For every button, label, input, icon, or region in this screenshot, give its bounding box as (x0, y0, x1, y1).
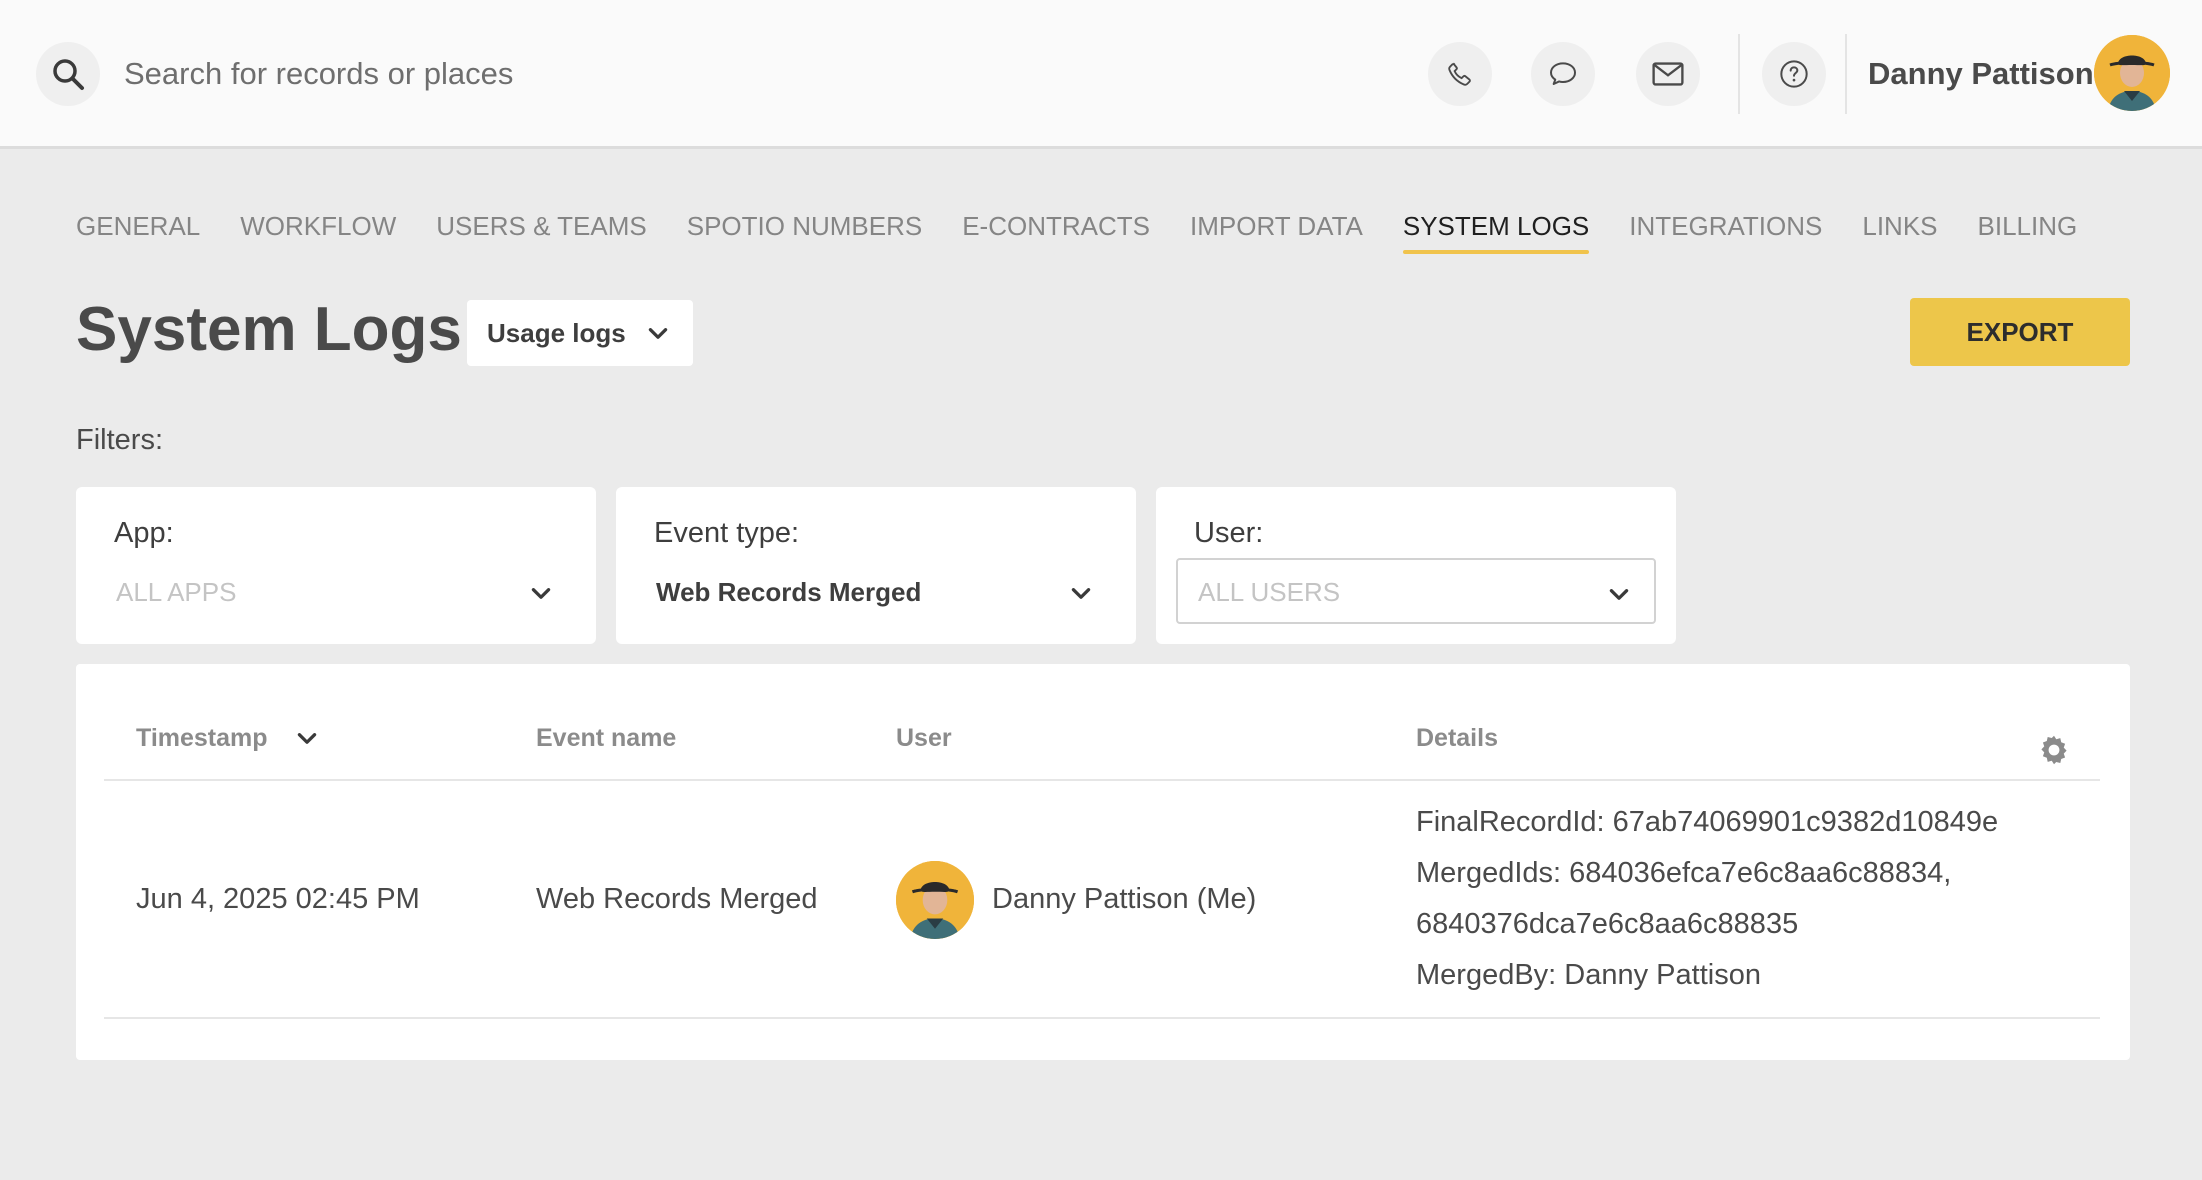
chevron-down-icon[interactable] (1068, 581, 1094, 607)
tab-billing[interactable]: BILLING (1978, 206, 2078, 250)
log-type-select[interactable]: Usage logs (467, 300, 693, 366)
search-icon (53, 59, 84, 90)
divider (1738, 34, 1740, 114)
column-header-label: Timestamp (136, 724, 268, 752)
detail-line: FinalRecordId: 67ab74069901c9382d10849e (1416, 806, 1999, 838)
row-event-name: Web Records Merged (536, 883, 818, 915)
help-button[interactable] (1762, 42, 1826, 106)
chat-icon (1550, 62, 1576, 85)
avatar[interactable] (2094, 35, 2170, 111)
event-type-filter-label: Event type: (654, 517, 800, 549)
chevron-down-icon[interactable] (528, 581, 554, 607)
row-user: Danny Pattison (Me) (992, 883, 1257, 915)
search-input[interactable]: Search for records or places (124, 52, 513, 96)
column-header-user: User (896, 724, 952, 752)
avatar (896, 861, 974, 939)
column-header-timestamp[interactable]: Timestamp (136, 724, 320, 753)
user-filter: User: ALL USERS (1156, 487, 1676, 644)
help-icon (1780, 60, 1808, 88)
user-filter-label: User: (1194, 517, 1264, 549)
app-filter: App: ALL APPS (76, 487, 596, 644)
gear-icon[interactable] (2036, 732, 2072, 768)
tab-links[interactable]: LINKS (1862, 206, 1937, 250)
event-type-filter-select[interactable]: Web Records Merged (656, 577, 921, 608)
filters-label: Filters: (76, 424, 163, 456)
user-filter-value: ALL USERS (1198, 577, 1341, 607)
event-type-filter: Event type: Web Records Merged (616, 487, 1136, 644)
page-title: System Logs (76, 295, 462, 364)
log-type-label: Usage logs (487, 317, 626, 348)
logs-table: Timestamp Event name User Details Jun 4,… (76, 664, 2130, 1060)
search-button[interactable] (36, 42, 100, 106)
settings-nav: GENERAL WORKFLOW USERS & TEAMS SPOTIO NU… (76, 206, 2117, 254)
detail-line: MergedBy: Danny Pattison (1416, 959, 1761, 991)
sort-chevron-icon[interactable] (294, 726, 320, 752)
chevron-down-icon (1609, 589, 1629, 600)
row-details: FinalRecordId: 67ab74069901c9382d10849e … (1416, 797, 1998, 1001)
tab-system-logs[interactable]: SYSTEM LOGS (1402, 206, 1590, 254)
user-name[interactable]: Danny Pattison (1868, 52, 2094, 96)
top-bar: Search for records or places Danny Patti… (0, 0, 2202, 149)
column-header-details: Details (1416, 724, 1498, 752)
tab-general[interactable]: GENERAL (76, 206, 200, 250)
mail-button[interactable] (1636, 42, 1700, 106)
detail-line: MergedIds: 684036efca7e6c8aa6c88834, (1416, 857, 1952, 889)
tab-users-teams[interactable]: USERS & TEAMS (436, 206, 646, 250)
row-divider (104, 1017, 2100, 1019)
export-button[interactable]: EXPORT (1910, 298, 2130, 366)
app-filter-select[interactable]: ALL APPS (116, 577, 236, 608)
chevron-down-icon (648, 328, 668, 339)
tab-import-data[interactable]: IMPORT DATA (1190, 206, 1363, 250)
tab-spotio-numbers[interactable]: SPOTIO NUMBERS (687, 206, 922, 250)
column-header-event-name: Event name (536, 724, 677, 752)
mail-icon (1652, 62, 1684, 86)
detail-line: 6840376dca7e6c8aa6c88835 (1416, 908, 1799, 940)
app-filter-label: App: (114, 517, 174, 549)
header-divider (104, 779, 2100, 781)
tab-integrations[interactable]: INTEGRATIONS (1629, 206, 1822, 250)
phone-button[interactable] (1428, 42, 1492, 106)
phone-icon (1448, 62, 1471, 86)
chat-button[interactable] (1531, 42, 1595, 106)
tab-workflow[interactable]: WORKFLOW (240, 206, 396, 250)
user-filter-select[interactable]: ALL USERS (1176, 558, 1656, 624)
row-timestamp: Jun 4, 2025 02:45 PM (136, 883, 420, 915)
divider (1845, 34, 1847, 114)
tab-e-contracts[interactable]: E-CONTRACTS (962, 206, 1150, 250)
